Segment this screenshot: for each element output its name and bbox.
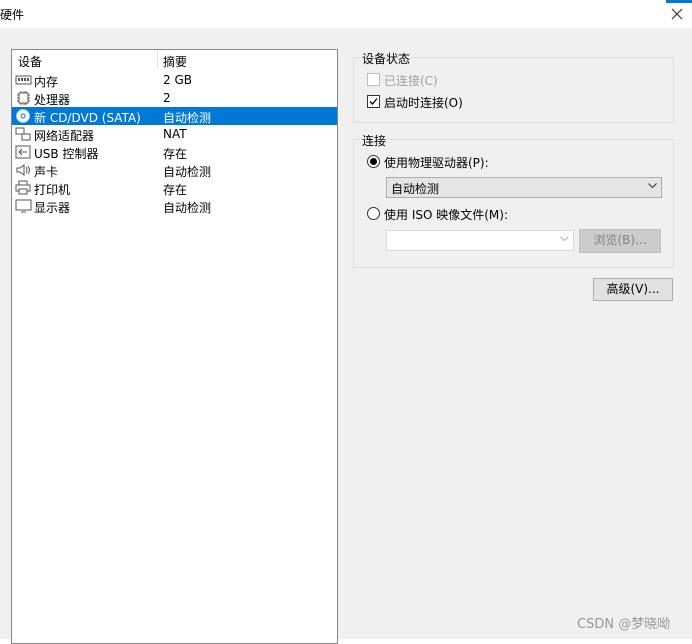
device-summary: 2 GB (163, 73, 192, 87)
device-row-network-adapter[interactable]: 网络适配器 NAT (12, 125, 337, 143)
network-adapter-icon (15, 127, 31, 141)
close-icon (671, 8, 683, 20)
device-row-cd-dvd[interactable]: 新 CD/DVD (SATA) 自动检测 (12, 107, 337, 125)
close-button[interactable] (664, 0, 692, 28)
device-name: 新 CD/DVD (SATA) (34, 111, 141, 125)
iso-image-label: 使用 ISO 映像文件(M): (384, 208, 508, 222)
memory-icon (15, 75, 32, 85)
device-row-processor[interactable]: 处理器 2 (12, 89, 337, 107)
physical-drive-radio[interactable] (367, 155, 380, 168)
connect-at-power-on-label: 启动时连接(O) (384, 96, 463, 110)
connection-group: 连接 使用物理驱动器(P): 自动检测 使用 ISO 映像文件(M): 浏览(B… (353, 132, 674, 268)
processor-icon (17, 91, 30, 105)
connection-legend: 连接 (360, 132, 389, 149)
device-row-display[interactable]: 显示器 自动检测 (12, 197, 337, 215)
advanced-button[interactable]: 高级(V)... (593, 278, 673, 301)
usb-controller-icon (15, 145, 31, 159)
window-title: 硬件 (0, 8, 25, 22)
device-name: 处理器 (34, 93, 71, 107)
device-summary: 自动检测 (163, 165, 212, 179)
physical-drive-select[interactable]: 自动检测 (386, 177, 662, 198)
watermark: CSDN @梦晓呦 (577, 617, 671, 632)
device-name: 内存 (34, 75, 59, 89)
device-name: 网络适配器 (34, 129, 95, 143)
column-header-summary[interactable]: 摘要 (163, 53, 187, 70)
iso-path-combo[interactable] (386, 230, 574, 251)
device-status-group: 设备状态 已连接(C) 启动时连接(O) (353, 50, 674, 123)
device-summary: 自动检测 (163, 201, 212, 215)
list-header: 设备 摘要 (12, 50, 337, 70)
cd-dvd-icon (16, 109, 30, 123)
title-bar: 硬件 (0, 0, 692, 28)
checkmark-icon (369, 98, 378, 105)
device-summary: 自动检测 (163, 111, 212, 125)
device-summary: 存在 (163, 147, 188, 161)
sound-card-icon (16, 164, 30, 176)
printer-icon (15, 180, 31, 195)
connected-label: 已连接(C) (384, 74, 438, 88)
device-row-memory[interactable]: 内存 2 GB (12, 71, 337, 89)
physical-drive-label: 使用物理驱动器(P): (384, 156, 489, 170)
chevron-down-icon (648, 183, 657, 189)
device-name: 打印机 (34, 183, 71, 197)
radio-dot (370, 158, 377, 165)
device-name: 显示器 (34, 201, 71, 215)
device-summary: 2 (163, 91, 171, 105)
iso-image-radio[interactable] (367, 207, 380, 220)
connected-checkbox[interactable] (367, 73, 380, 86)
device-summary: 存在 (163, 183, 188, 197)
browse-button[interactable]: 浏览(B)... (579, 229, 661, 253)
device-list[interactable]: 设备 摘要 内存 2 GB 处理器 2 新 CD/DVD (SATA) 自动检测 (11, 49, 338, 644)
device-name: 声卡 (34, 165, 59, 179)
column-separator[interactable] (157, 50, 158, 68)
chevron-down-icon (560, 236, 569, 242)
column-header-device[interactable]: 设备 (18, 53, 42, 70)
device-status-legend: 设备状态 (360, 50, 413, 67)
device-name: USB 控制器 (34, 147, 99, 161)
physical-drive-value: 自动检测 (391, 182, 440, 196)
device-row-printer[interactable]: 打印机 存在 (12, 179, 337, 197)
device-summary: NAT (163, 127, 187, 141)
device-row-usb-controller[interactable]: USB 控制器 存在 (12, 143, 337, 161)
display-icon (15, 199, 32, 213)
device-row-sound-card[interactable]: 声卡 自动检测 (12, 161, 337, 179)
connect-at-power-on-checkbox[interactable] (367, 95, 380, 108)
